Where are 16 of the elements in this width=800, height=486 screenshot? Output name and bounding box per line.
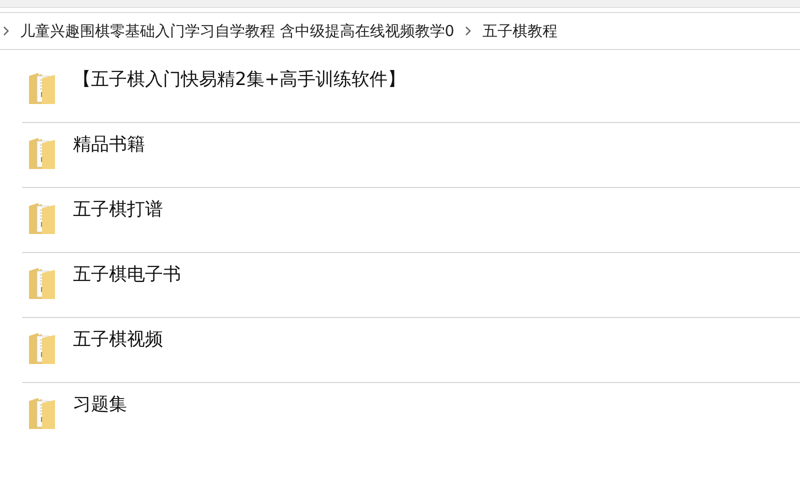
breadcrumb-item[interactable]: 五子棋教程 bbox=[482, 20, 558, 42]
folder-icon bbox=[28, 70, 56, 106]
folder-name[interactable]: 五子棋打谱 bbox=[73, 198, 163, 222]
folder-icon bbox=[28, 200, 56, 236]
folder-name[interactable]: 【五子棋入门快易精2集+高手训练软件】 bbox=[73, 68, 406, 92]
folder-icon bbox=[28, 330, 56, 366]
folder-name[interactable]: 习题集 bbox=[73, 393, 127, 417]
folder-name[interactable]: 五子棋电子书 bbox=[73, 263, 181, 287]
chevron-icon[interactable] bbox=[2, 26, 10, 36]
folder-name[interactable]: 精品书籍 bbox=[73, 133, 145, 157]
folder-icon bbox=[28, 395, 56, 431]
folder-icon bbox=[28, 265, 56, 301]
folder-name[interactable]: 五子棋视频 bbox=[73, 328, 163, 352]
chevron-icon[interactable] bbox=[464, 26, 472, 36]
folder-icon bbox=[28, 135, 56, 171]
breadcrumb-item[interactable]: 儿童兴趣围棋零基础入门学习自学教程 含中级提高在线视频教学0 bbox=[20, 20, 454, 42]
